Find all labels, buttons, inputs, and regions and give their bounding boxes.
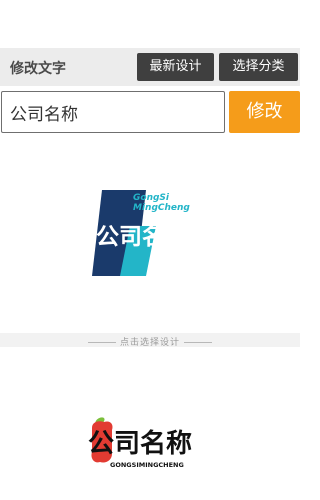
logo2-pinyin: GONGSIMINGCHENG	[110, 461, 184, 469]
logo-mark-2: 公司名称 GONGSIMINGCHENG	[88, 417, 192, 469]
divider-label: 点击选择设计	[119, 338, 180, 348]
logo-design-card-2[interactable]: 公司名称 GONGSIMINGCHENG	[88, 412, 218, 472]
toolbar-title: 修改文字	[10, 61, 66, 77]
choose-category-button[interactable]: 选择分类	[219, 53, 298, 81]
logo1-pinyin-line1: GongSi	[133, 193, 170, 203]
modify-button[interactable]: 修改	[229, 91, 300, 133]
logo2-name-text: 公司名称	[88, 428, 192, 459]
logo1-name-text: 公司名称	[96, 223, 188, 250]
logo-mark-1: GongSi MingCheng 公司名称	[92, 190, 190, 276]
divider: 点击选择设计	[0, 335, 300, 348]
name-input-row: 修改	[0, 91, 300, 133]
latest-design-button[interactable]: 最新设计	[137, 53, 214, 81]
divider-line-right	[184, 342, 212, 343]
logo-design-card-1[interactable]: GongSi MingCheng 公司名称	[90, 186, 210, 278]
logo1-pinyin-line2: MingCheng	[133, 203, 190, 213]
company-name-input[interactable]	[1, 91, 225, 133]
top-bar	[0, 0, 300, 48]
divider-line-left	[87, 342, 116, 343]
